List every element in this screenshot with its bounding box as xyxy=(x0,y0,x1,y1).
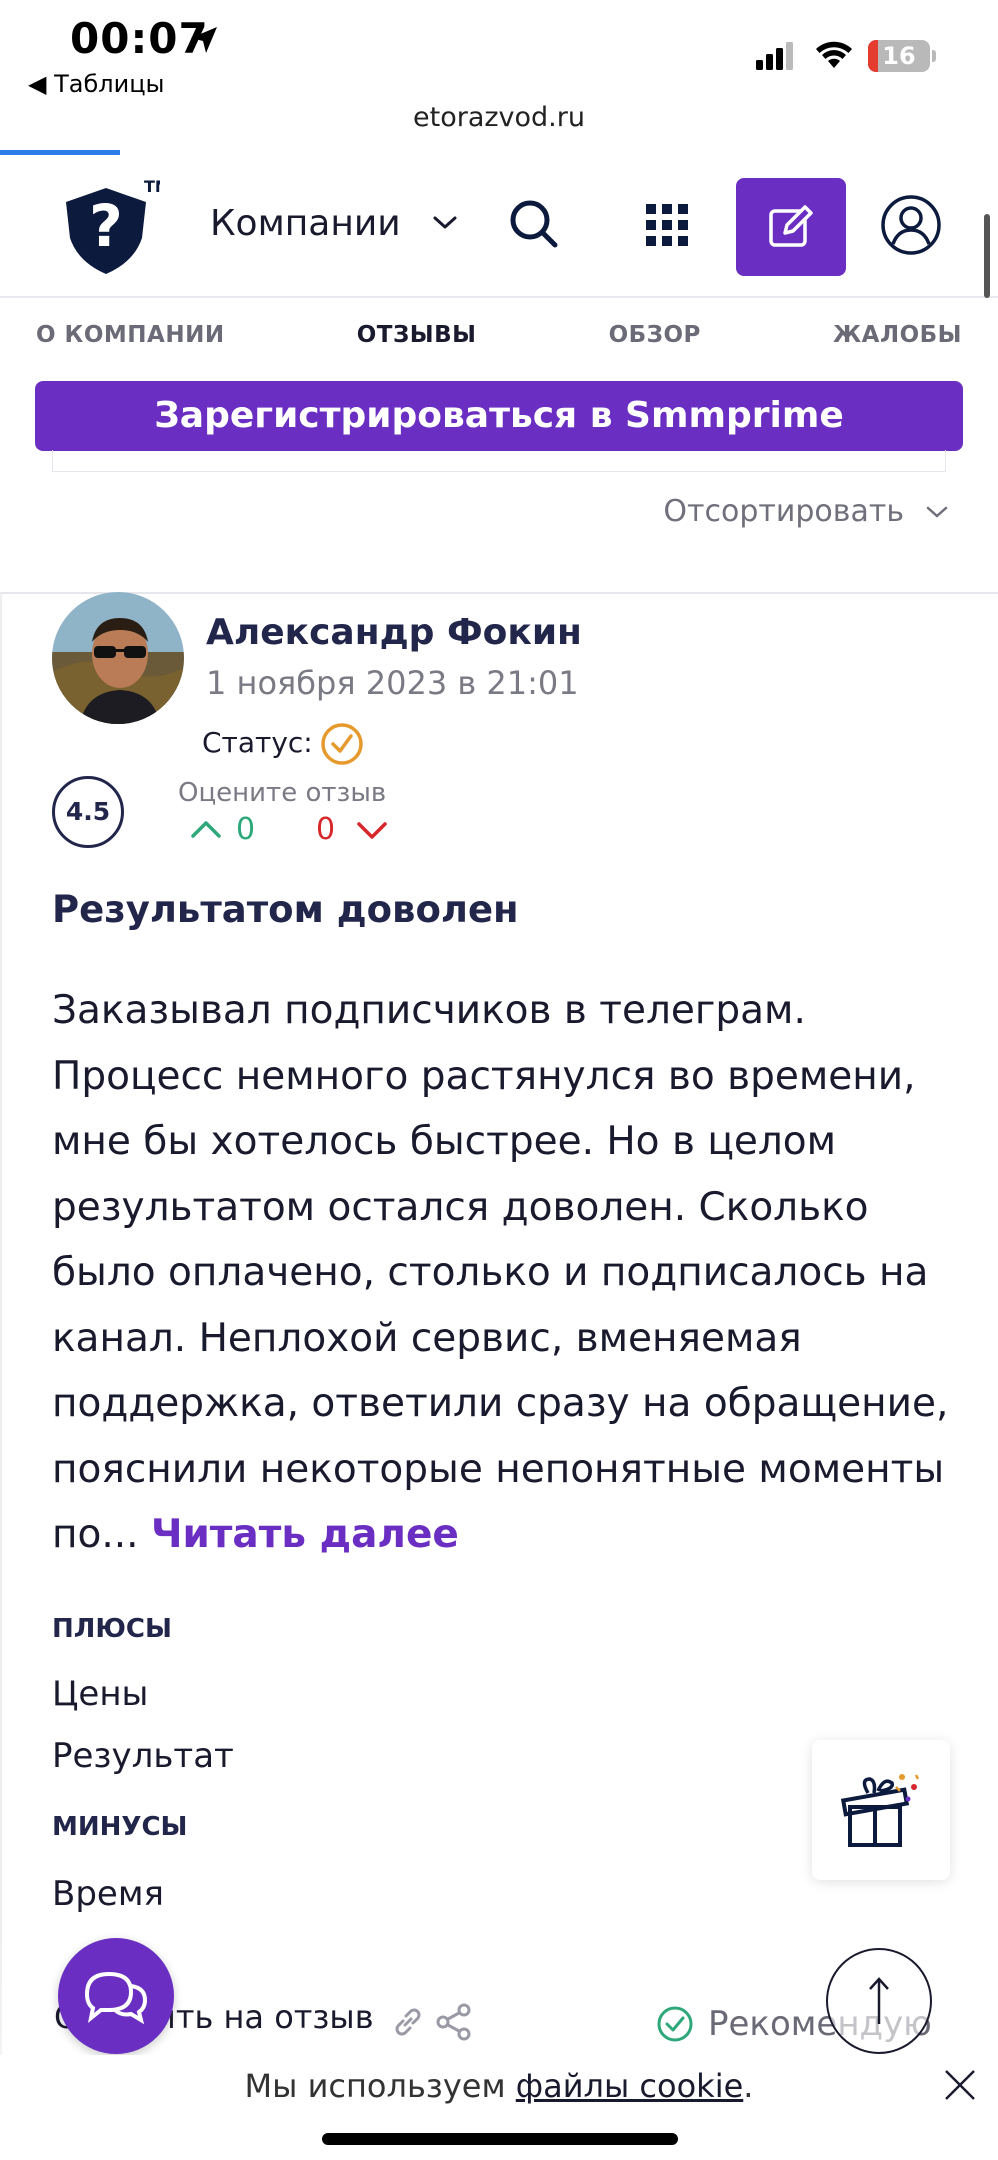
pros-item: Результат xyxy=(52,1736,234,1776)
logo-tm: TM xyxy=(144,177,160,196)
rate-review-label: Оцените отзыв xyxy=(178,778,387,808)
arrow-up-icon xyxy=(869,1977,889,2024)
review-date: 1 ноября 2023 в 21:01 xyxy=(206,664,579,702)
cons-item: Время xyxy=(52,1874,164,1914)
status-label: Статус: xyxy=(202,726,313,759)
wifi-icon xyxy=(816,41,852,68)
back-to-app-link[interactable]: ◀ Таблицы xyxy=(28,70,164,98)
gift-icon xyxy=(840,1774,920,1847)
write-review-button[interactable] xyxy=(736,178,846,276)
gift-button[interactable] xyxy=(812,1740,950,1880)
edit-icon xyxy=(769,205,813,247)
tab-reviews[interactable]: ОТЗЫВЫ xyxy=(357,322,477,348)
register-button[interactable]: Зарегистрироваться в Smmprime xyxy=(35,381,963,451)
apps-grid-icon[interactable] xyxy=(644,202,690,248)
browser-url[interactable]: etorazvod.ru xyxy=(0,95,998,155)
company-tabs: О КОМПАНИИ ОТЗЫВЫ ОБЗОР ЖАЛОБЫ xyxy=(0,300,998,370)
tab-about[interactable]: О КОМПАНИИ xyxy=(36,322,225,348)
home-indicator[interactable] xyxy=(322,2133,678,2145)
battery-indicator: 16 xyxy=(868,40,936,72)
cons-heading: МИНУСЫ xyxy=(52,1812,188,1842)
site-header: ? TM Компании xyxy=(0,156,998,298)
scrollbar-thumb[interactable] xyxy=(984,214,990,298)
cellular-signal-icon xyxy=(756,42,793,70)
user-account-icon[interactable] xyxy=(880,194,942,256)
vote-down-chevron-icon[interactable] xyxy=(356,820,388,842)
location-arrow-icon xyxy=(191,27,217,53)
chat-button[interactable] xyxy=(58,1938,174,2054)
review-author[interactable]: Александр Фокин xyxy=(206,612,582,653)
copy-link-icon[interactable] xyxy=(390,2004,426,2040)
pros-heading: ПЛЮСЫ xyxy=(52,1614,172,1644)
page-load-progress xyxy=(0,150,120,155)
share-icon[interactable] xyxy=(434,2002,474,2042)
cookie-banner: Мы используем файлы cookie. xyxy=(0,2055,998,2160)
battery-tip xyxy=(932,50,936,62)
svg-text:?: ? xyxy=(89,192,123,260)
previous-block-edge xyxy=(52,450,946,472)
read-more-link[interactable]: Читать далее xyxy=(151,1512,459,1557)
cookie-text-prefix: Мы используем xyxy=(244,2067,516,2105)
chevron-down-icon xyxy=(433,216,457,229)
vote-down-count: 0 xyxy=(316,812,336,847)
battery-percent: 16 xyxy=(882,42,916,70)
cookie-text-suffix: . xyxy=(743,2067,754,2105)
cookie-policy-link[interactable]: файлы cookie xyxy=(516,2067,744,2105)
review-rating: 4.5 xyxy=(52,776,124,848)
sort-dropdown[interactable]: Отсортировать xyxy=(663,494,948,529)
close-icon[interactable] xyxy=(942,2067,978,2103)
pros-item: Цены xyxy=(52,1674,149,1714)
review-body-text: Заказывал подписчиков в телеграм. Процес… xyxy=(52,988,949,1557)
scroll-to-top-button[interactable] xyxy=(826,1948,932,2054)
vote-up-chevron-icon[interactable] xyxy=(190,818,222,840)
tab-complaints[interactable]: ЖАЛОБЫ xyxy=(833,322,962,348)
author-avatar[interactable] xyxy=(52,592,184,724)
chevron-down-icon xyxy=(926,506,948,518)
tab-overview[interactable]: ОБЗОР xyxy=(609,322,701,348)
sort-label: Отсортировать xyxy=(663,494,904,529)
search-icon[interactable] xyxy=(508,198,560,250)
ios-status-bar: 00:07 ◀ Таблицы 16 xyxy=(0,0,998,98)
site-logo-shield-icon[interactable]: ? TM xyxy=(60,174,160,278)
check-circle-icon xyxy=(657,2006,693,2042)
vote-up-count: 0 xyxy=(236,812,256,847)
review-title: Результатом доволен xyxy=(52,888,519,931)
category-select[interactable]: Компании xyxy=(210,198,459,248)
battery-body: 16 xyxy=(868,40,930,72)
category-select-label: Компании xyxy=(210,202,401,244)
verified-check-icon xyxy=(321,723,363,765)
cookie-text: Мы используем файлы cookie. xyxy=(0,2067,998,2105)
review-body: Заказывал подписчиков в телеграм. Процес… xyxy=(52,978,952,1568)
chat-bubbles-icon xyxy=(84,1971,148,2025)
